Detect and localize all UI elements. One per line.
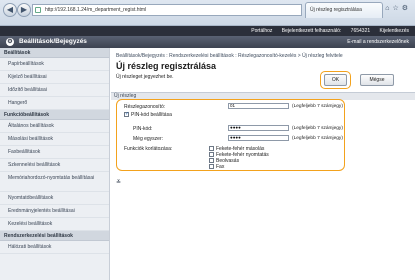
logout-link[interactable]: Kijelentkezés [380, 28, 409, 34]
settings-icon: ⚙ [6, 38, 14, 46]
sidebar-item-network[interactable]: Hálózati beállítások [0, 241, 109, 254]
sidebar-item-fax[interactable]: Faxbeállítások [0, 146, 109, 159]
collapse-icon[interactable]: ≚ [116, 179, 121, 186]
sidebar-item-printer[interactable]: Nyomtatóbeállítások [0, 192, 109, 205]
sidebar-item-scan[interactable]: Szkennelési beállítások [0, 159, 109, 172]
address-bar[interactable]: http://192.168.1.24/m_department_regist.… [32, 4, 302, 16]
sidebar-item-report[interactable]: Erednmányjelentés beállításai [0, 205, 109, 218]
confirm-pin-input[interactable]: ●●●● [228, 135, 289, 141]
sidebar-section-system: Rendszerkezelési beállítások [0, 231, 109, 241]
restrict-fax-checkbox[interactable] [209, 164, 214, 169]
confirm-hint: (Legfeljebb 7 számjegy) [292, 136, 343, 141]
sidebar-item-timer[interactable]: Időzítő beállításai [0, 84, 109, 97]
restrict-label: Funkciók korlátozása: [124, 146, 173, 152]
user-id: 7654321 [350, 28, 371, 34]
user-label: Bejelentkezett felhasználó: [281, 28, 342, 34]
dept-id-label: Részlegazonosító: [124, 104, 166, 110]
browser-toolbar: ◀ ▶ http://192.168.1.24/m_department_reg… [0, 0, 415, 26]
portal-link[interactable]: Portálhoz [251, 28, 272, 34]
browser-tab[interactable]: Új részleg regisztrálása [305, 2, 383, 18]
ok-button[interactable]: OK [324, 74, 347, 86]
cancel-button[interactable]: Mégse [360, 74, 394, 86]
pin-input[interactable]: ●●●● [228, 125, 289, 131]
forward-button[interactable]: ▶ [17, 3, 31, 17]
sidebar-item-volume[interactable]: Hangerő [0, 97, 109, 110]
back-button[interactable]: ◀ [3, 3, 17, 17]
browser-icons[interactable]: ⌂☆⚙ [385, 4, 411, 12]
email-admin-link[interactable]: E-mail a rendszerkezelőnek [347, 39, 409, 45]
sidebar-item-management[interactable]: Kezelési beállítások [0, 218, 109, 231]
settings-title-bar: ⚙ Beállítások/Bejegyzés E-mail a rendsze… [0, 36, 415, 48]
sidebar: Beállítások Papírbeállítások Kijelző beá… [0, 48, 110, 280]
sidebar-item-paper[interactable]: Papírbeállítások [0, 58, 109, 71]
app-top-bar: Portálhoz Bejelentkezett felhasználó: 76… [0, 26, 415, 36]
page-icon [35, 7, 41, 13]
sidebar-section-settings: Beállítások [0, 48, 109, 58]
sidebar-item-display[interactable]: Kijelző beállításai [0, 71, 109, 84]
main-content: Beállítások/Bejegyzés : Rendszerkezelési… [111, 48, 415, 280]
restrict-bw-print-checkbox[interactable] [209, 152, 214, 157]
confirm-label: Még egyszer: [133, 136, 164, 142]
pin-hint: (Legfeljebb 7 számjegy) [292, 126, 343, 131]
restrict-scan-checkbox[interactable] [209, 158, 214, 163]
sidebar-item-general[interactable]: Általános beállítások [0, 120, 109, 133]
sidebar-item-memory-print[interactable]: Memóriahordozó-nyomtatás beállításai [0, 172, 109, 192]
dept-id-hint: (Legfeljebb 7 számjegy) [292, 104, 343, 109]
pin-label: PIN-kód: [133, 126, 153, 132]
sidebar-item-copy[interactable]: Másolási beállítások [0, 133, 109, 146]
pin-checkbox[interactable] [124, 111, 129, 117]
breadcrumb: Beállítások/Bejegyzés : Rendszerkezelési… [116, 53, 343, 59]
pin-setting-label: PIN-kód beállítása [131, 112, 172, 118]
restrict-bw-copy-checkbox[interactable] [209, 146, 214, 151]
app-title: Beállítások/Bejegyzés [19, 38, 87, 45]
page-description: Új részleget jegyezhet be. [116, 74, 174, 80]
sidebar-section-functions: Funkcióbeállítások [0, 110, 109, 120]
page-title: Új részleg regisztrálása [116, 61, 217, 71]
restrict-fax-label: Fax [216, 164, 225, 170]
dept-id-input[interactable]: 01 [228, 103, 289, 109]
